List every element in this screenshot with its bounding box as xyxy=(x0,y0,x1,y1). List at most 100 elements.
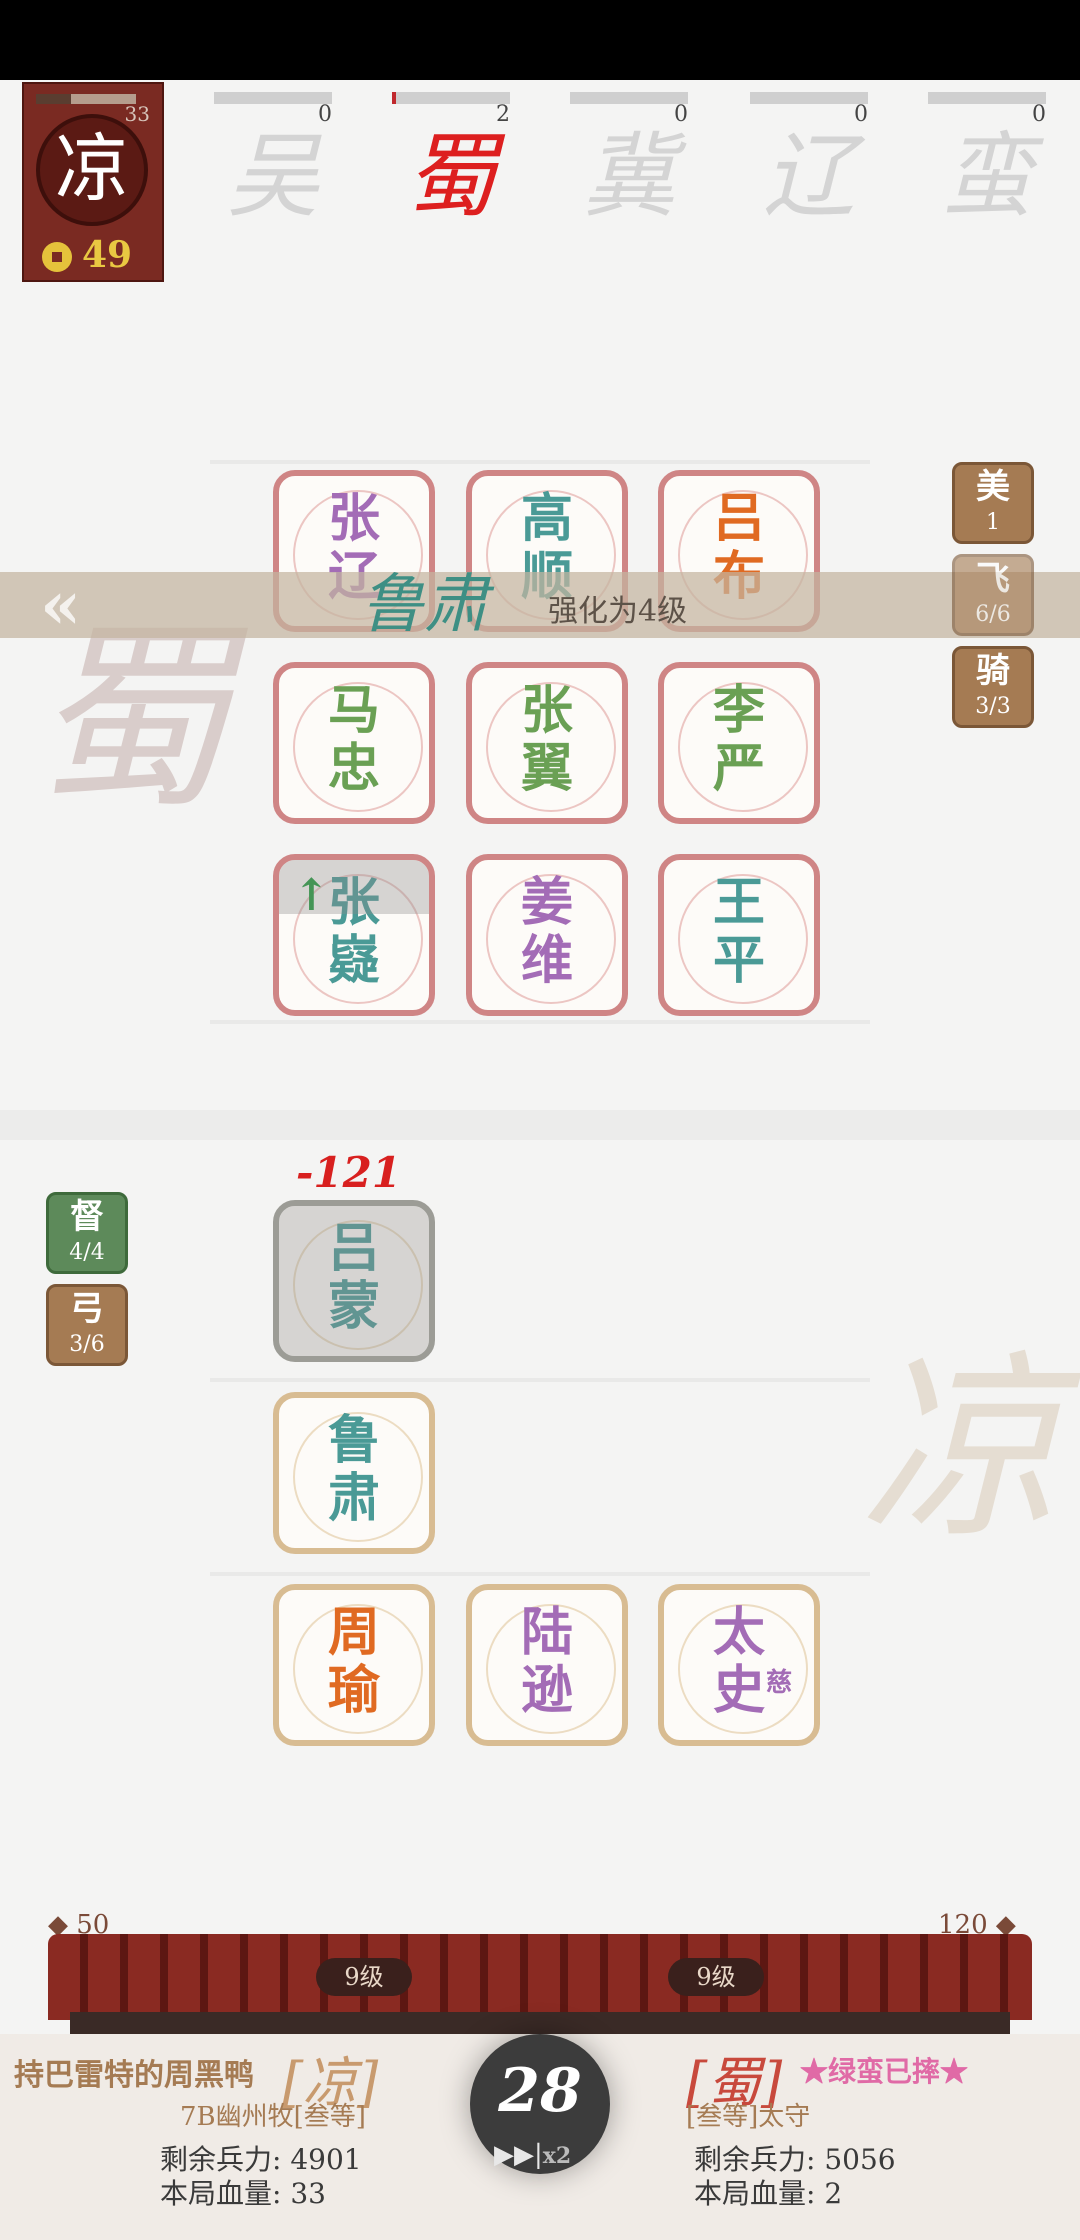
synergy-tag[interactable]: 美 1 xyxy=(952,462,1034,544)
unit-name-line: 瑜 xyxy=(327,1661,380,1721)
unit-name: 王平 xyxy=(664,874,814,990)
hp-value: 2 xyxy=(824,2177,843,2210)
enemy-unit-tile[interactable]: 王平 xyxy=(658,854,820,1016)
player-level: 33 xyxy=(124,102,150,126)
faction-seal: 凉 xyxy=(36,114,148,226)
left-hp: 本局血量: 33 xyxy=(160,2172,326,2212)
timer-value: 28 xyxy=(498,2056,582,2126)
coin-icon xyxy=(42,242,72,272)
faction-name: 冀 xyxy=(582,123,675,230)
faction-liao[interactable]: 0 辽 xyxy=(750,92,868,242)
faction-ji[interactable]: 0 冀 xyxy=(570,92,688,242)
enemy-unit-tile[interactable]: 张翼 xyxy=(466,662,628,824)
faction-bar xyxy=(214,92,332,104)
right-hp: 本局血量: 2 xyxy=(694,2172,842,2212)
faction-bar xyxy=(928,92,1046,104)
right-player-name[interactable]: ★绿蛮已摔★ xyxy=(800,2050,968,2090)
faction-name: 吴 xyxy=(226,123,319,230)
tag-label: 飞 xyxy=(976,559,1010,599)
tag-label: 骑 xyxy=(976,651,1010,691)
unit-name-sub: 慈 xyxy=(765,1668,792,1698)
tag-label: 督 xyxy=(70,1197,104,1237)
faction-man[interactable]: 0 蛮 xyxy=(928,92,1046,242)
roof-tiles xyxy=(48,1934,1032,2020)
banner-hero-name: 鲁肃 xyxy=(360,568,488,642)
unit-name-line: 张 xyxy=(327,873,380,933)
unit-name-line: 翼 xyxy=(520,739,573,799)
tag-label: 美 xyxy=(976,467,1010,507)
upgrade-banner: « 鲁肃 强化为4级 xyxy=(0,566,1080,644)
ally-unit-tile[interactable]: 吕蒙 xyxy=(273,1200,435,1362)
unit-name: 姜维 xyxy=(472,874,622,990)
left-player-title: 7B幽州牧[叁等] xyxy=(180,2102,366,2132)
unit-name-line: 肃 xyxy=(327,1469,380,1529)
unit-name-line: 吕 xyxy=(712,489,765,549)
tag-value: 3/6 xyxy=(69,1332,105,1357)
faction-name: 蜀 xyxy=(404,123,497,230)
ally-unit-tile[interactable]: 陆逊 xyxy=(466,1584,628,1746)
player-badge[interactable]: 33 凉 49 xyxy=(22,82,164,282)
board-divider xyxy=(0,1110,1080,1140)
speed-multiplier: x2 xyxy=(542,2143,572,2169)
unit-name: 张翼 xyxy=(472,682,622,798)
enemy-unit-tile[interactable]: 李严 xyxy=(658,662,820,824)
enemy-unit-tile[interactable]: 张嶷 ↑ xyxy=(273,854,435,1016)
ally-unit-tile[interactable]: 周瑜 xyxy=(273,1584,435,1746)
damage-number: -121 xyxy=(296,1148,402,1197)
left-player-name[interactable]: 持巴雷特的周黑鸭 xyxy=(14,2050,254,2094)
enemy-unit-tile[interactable]: 马忠 xyxy=(273,662,435,824)
faction-name: 蛮 xyxy=(940,123,1033,230)
unit-name-line: 陆 xyxy=(520,1603,573,1663)
unit-name: 张嶷 xyxy=(279,874,429,990)
faction-bar xyxy=(392,92,510,104)
fast-forward-icon: ▶▶| xyxy=(494,2140,543,2170)
unit-name-line: 张 xyxy=(520,681,573,741)
ally-unit-tile[interactable]: 太史 慈 xyxy=(658,1584,820,1746)
enemy-unit-tile[interactable]: 姜维 xyxy=(466,854,628,1016)
faction-bar xyxy=(750,92,868,104)
unit-name-line: 蒙 xyxy=(327,1277,380,1337)
unit-name-line: 李 xyxy=(712,681,765,741)
faction-wu[interactable]: 0 吴 xyxy=(214,92,332,242)
tile-ring xyxy=(293,1220,423,1350)
faction-shu[interactable]: 2 蜀 xyxy=(392,92,510,242)
double-chevron-left-icon: « xyxy=(40,566,82,644)
unit-name: 陆逊 xyxy=(472,1604,622,1720)
gold-count: 49 xyxy=(82,234,133,276)
faction-bar-fill xyxy=(392,92,396,104)
right-level-pill: 9级 xyxy=(668,1958,764,1996)
synergy-tag[interactable]: 弓 3/6 xyxy=(46,1284,128,1366)
unit-name: 李严 xyxy=(664,682,814,798)
unit-name-line: 平 xyxy=(712,931,765,991)
unit-name-line: 吕 xyxy=(327,1219,380,1279)
unit-name-line: 高 xyxy=(520,489,573,549)
unit-name-line: 王 xyxy=(712,873,765,933)
unit-name-line: 姜 xyxy=(520,873,573,933)
unit-name-line: 马 xyxy=(327,681,380,741)
hp-value: 33 xyxy=(290,2177,326,2210)
synergy-tag[interactable]: 督 4/4 xyxy=(46,1192,128,1274)
unit-name-line: 严 xyxy=(712,739,765,799)
synergy-tag[interactable]: 飞 6/6 xyxy=(952,554,1034,636)
board-line xyxy=(210,1572,870,1576)
unit-name-line: 维 xyxy=(520,931,573,991)
tag-value: 3/3 xyxy=(975,694,1011,719)
synergy-tag[interactable]: 骑 3/3 xyxy=(952,646,1034,728)
unit-name-line: 忠 xyxy=(327,739,380,799)
tag-value: 4/4 xyxy=(69,1240,105,1265)
unit-name: 周瑜 xyxy=(279,1604,429,1720)
board-line xyxy=(210,1378,870,1382)
unit-name: 马忠 xyxy=(279,682,429,798)
roof-base xyxy=(70,2012,1010,2034)
enemy-faction-watermark: 蜀 xyxy=(30,603,231,836)
tag-value: 1 xyxy=(986,510,1000,535)
level-progress-fill xyxy=(36,94,71,104)
unit-name-line: 逊 xyxy=(520,1661,573,1721)
ally-unit-tile[interactable]: 鲁肃 xyxy=(273,1392,435,1554)
unit-name-line: 周 xyxy=(327,1603,380,1663)
banner-text: 强化为4级 xyxy=(548,594,688,629)
tag-value: 6/6 xyxy=(975,602,1011,627)
level-progress-bar xyxy=(36,94,136,104)
right-player-title: [叁等]太守 xyxy=(686,2102,811,2132)
speed-toggle[interactable]: ▶▶|x2 xyxy=(494,2140,571,2170)
